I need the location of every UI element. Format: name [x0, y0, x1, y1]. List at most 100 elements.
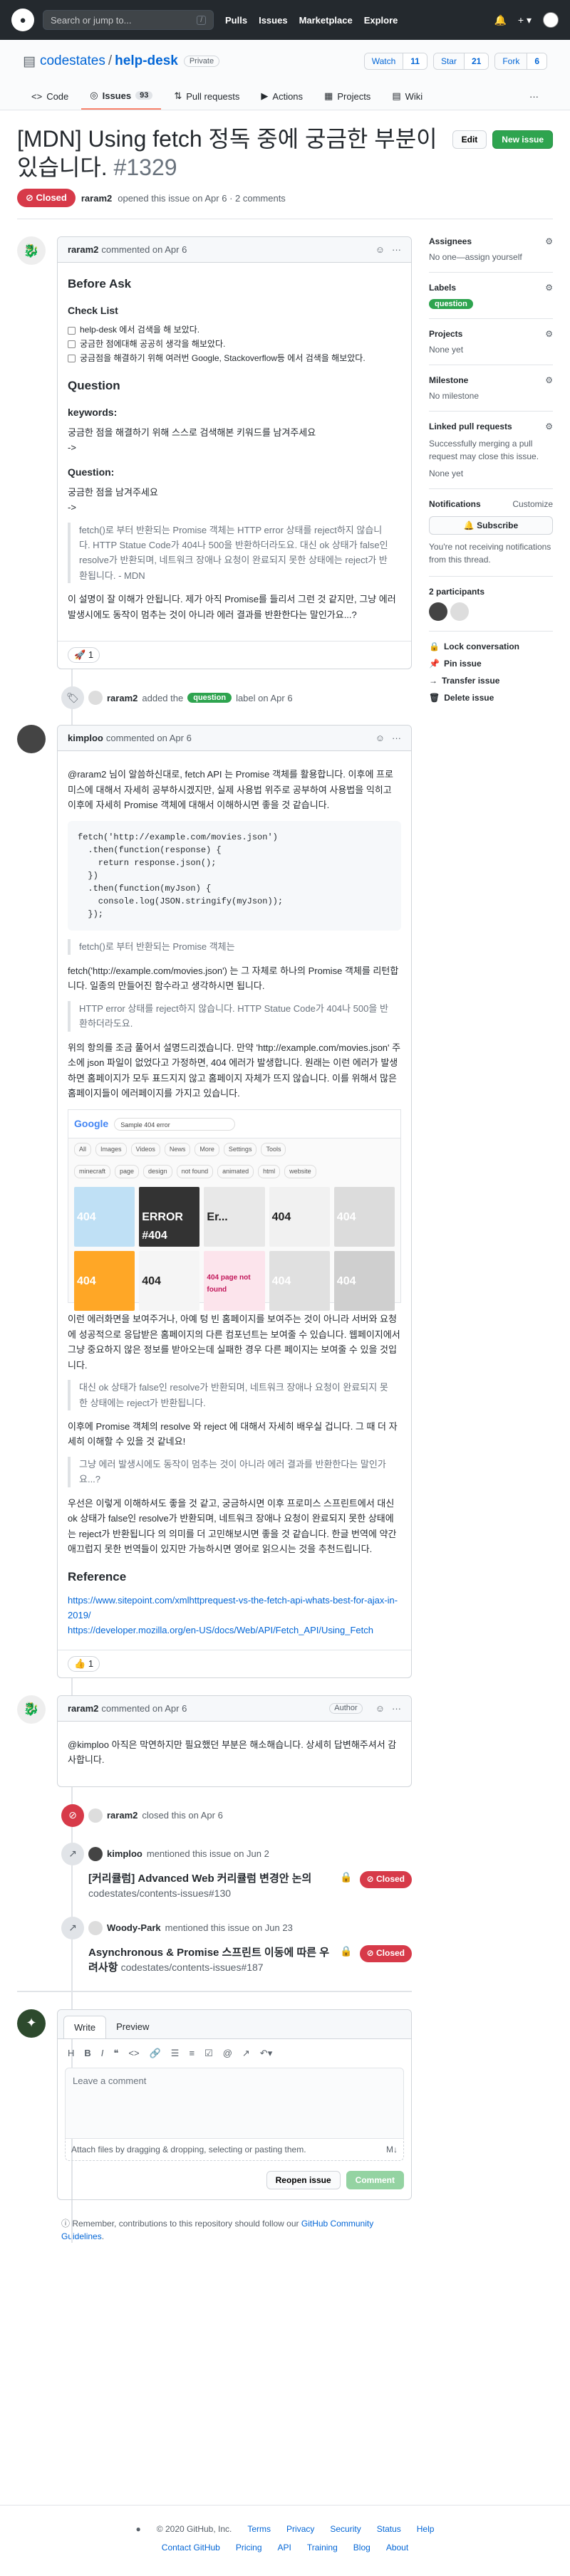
comment-time[interactable]: commented on Apr 6 [101, 1703, 187, 1714]
checkbox[interactable] [68, 326, 76, 335]
footer-link-pricing[interactable]: Pricing [236, 2543, 262, 2553]
nav-explore[interactable]: Explore [364, 15, 398, 26]
subscribe-button[interactable]: 🔔 Subscribe [429, 516, 553, 535]
footer-link-training[interactable]: Training [307, 2543, 338, 2553]
search-input[interactable]: Search or jump to... / [43, 10, 214, 30]
gear-icon[interactable]: ⚙ [545, 422, 553, 431]
repo-name-link[interactable]: help-desk [115, 53, 178, 69]
gear-icon[interactable]: ⚙ [545, 236, 553, 246]
gear-icon[interactable]: ⚙ [545, 375, 553, 385]
tab-preview[interactable]: Preview [106, 2016, 159, 2038]
footer-link-api[interactable]: API [278, 2543, 291, 2553]
footer-link-security[interactable]: Security [330, 2524, 361, 2534]
create-new-plus-icon[interactable]: + ▾ [518, 14, 532, 26]
reopen-issue-button[interactable]: Reopen issue [266, 2170, 341, 2189]
italic-icon[interactable]: I [101, 2048, 104, 2059]
label-question[interactable]: question [187, 693, 232, 703]
comment-author[interactable]: raram2 [68, 1703, 98, 1714]
footer-link-contact[interactable]: Contact GitHub [162, 2543, 220, 2553]
repo-owner-link[interactable]: codestates [40, 53, 105, 69]
reaction-rocket[interactable]: 🚀 1 [68, 647, 100, 664]
tab-actions[interactable]: ▶ Actions [252, 83, 311, 110]
assignees-header[interactable]: Assignees ⚙ [429, 236, 553, 246]
checkbox[interactable] [68, 355, 76, 363]
footer-link-terms[interactable]: Terms [247, 2524, 271, 2534]
assignees-value[interactable]: No one—assign yourself [429, 252, 522, 262]
smiley-icon[interactable]: ☺ [375, 1703, 385, 1714]
edit-button[interactable]: Edit [452, 130, 487, 149]
customize-link[interactable]: Customize [512, 499, 553, 509]
nav-pulls[interactable]: Pulls [225, 15, 247, 26]
notifications-bell-icon[interactable]: 🔔 [494, 14, 506, 26]
nav-marketplace[interactable]: Marketplace [299, 15, 353, 26]
lock-conversation-link[interactable]: 🔒 Lock conversation [429, 642, 553, 651]
code-icon[interactable]: <> [128, 2048, 139, 2059]
avatar[interactable] [88, 1846, 103, 1861]
watch-button[interactable]: Watch 11 [363, 53, 428, 70]
comment-time[interactable]: commented on Apr 6 [101, 244, 187, 255]
event-actor[interactable]: kimploo [107, 1848, 142, 1859]
issue-author-link[interactable]: raram2 [81, 193, 112, 204]
kebab-icon[interactable]: ··· [392, 244, 401, 255]
tab-issues[interactable]: ◎ Issues 93 [81, 83, 162, 110]
gear-icon[interactable]: ⚙ [545, 329, 553, 339]
quote-icon[interactable]: ❝ [113, 2048, 118, 2059]
footer-link-status[interactable]: Status [377, 2524, 401, 2534]
bold-icon[interactable]: B [84, 2048, 90, 2059]
delete-issue-link[interactable]: 🗑 Delete issue [429, 693, 553, 703]
star-button[interactable]: Star 21 [432, 53, 489, 70]
avatar[interactable]: ✦ [17, 2009, 46, 2038]
fork-button[interactable]: Fork 6 [494, 53, 547, 70]
comment-author[interactable]: raram2 [68, 244, 98, 255]
heading-icon[interactable]: H [68, 2048, 74, 2059]
reference-icon[interactable]: ↗ [242, 2048, 250, 2059]
mention-title[interactable]: Asynchronous & Promise 스프린트 이동에 따른 우려사항 … [88, 1945, 333, 1975]
avatar[interactable] [17, 725, 46, 754]
pin-issue-link[interactable]: 📌 Pin issue [429, 659, 553, 669]
linked-prs-header[interactable]: Linked pull requests ⚙ [429, 422, 553, 431]
tab-write[interactable]: Write [63, 2015, 107, 2038]
comment-button[interactable]: Comment [346, 2170, 404, 2189]
user-avatar[interactable] [543, 12, 559, 28]
event-actor[interactable]: raram2 [107, 1810, 138, 1821]
gear-icon[interactable]: ⚙ [545, 283, 553, 293]
projects-header[interactable]: Projects ⚙ [429, 329, 553, 339]
reply-icon[interactable]: ↶▾ [260, 2048, 272, 2059]
link-icon[interactable]: 🔗 [150, 2048, 161, 2059]
task-list-icon[interactable]: ☑ [204, 2048, 213, 2059]
nav-issues[interactable]: Issues [259, 15, 287, 26]
footer-link-help[interactable]: Help [417, 2524, 435, 2534]
comment-time[interactable]: commented on Apr 6 [106, 733, 192, 743]
participant-avatar[interactable] [429, 602, 447, 621]
tab-wiki[interactable]: ▤ Wiki [383, 83, 431, 110]
tab-projects[interactable]: ▦ Projects [316, 83, 379, 110]
github-logo-icon[interactable]: ● [11, 9, 34, 31]
unordered-list-icon[interactable]: ☰ [171, 2048, 180, 2059]
smiley-icon[interactable]: ☺ [375, 244, 385, 255]
ordered-list-icon[interactable]: ≡ [189, 2048, 195, 2059]
participant-avatar[interactable] [450, 602, 469, 621]
new-issue-button[interactable]: New issue [492, 130, 553, 149]
milestone-header[interactable]: Milestone ⚙ [429, 375, 553, 385]
comment-author[interactable]: kimploo [68, 733, 103, 743]
event-actor[interactable]: Woody-Park [107, 1922, 161, 1933]
label-question[interactable]: question [429, 299, 473, 309]
mention-icon[interactable]: @ [223, 2048, 232, 2059]
avatar[interactable]: 🐉 [17, 236, 46, 265]
comment-textarea[interactable]: Leave a comment [65, 2067, 404, 2139]
footer-link-blog[interactable]: Blog [353, 2543, 370, 2553]
labels-header[interactable]: Labels ⚙ [429, 283, 553, 293]
reference-link[interactable]: https://www.sitepoint.com/xmlhttprequest… [68, 1593, 401, 1623]
reaction-thumbs-up[interactable]: 👍 1 [68, 1655, 100, 1672]
avatar[interactable] [88, 1808, 103, 1823]
checkbox[interactable] [68, 340, 76, 349]
footer-link-about[interactable]: About [386, 2543, 408, 2553]
more-tabs-icon[interactable]: ··· [521, 83, 547, 110]
reference-link[interactable]: https://developer.mozilla.org/en-US/docs… [68, 1623, 401, 1638]
mention-title[interactable]: [커리큘럼] Advanced Web 커리큘럼 변경안 논의 codestate… [88, 1871, 333, 1901]
avatar[interactable] [88, 1920, 103, 1935]
footer-link-privacy[interactable]: Privacy [286, 2524, 314, 2534]
attach-files-area[interactable]: Attach files by dragging & dropping, sel… [65, 2138, 404, 2161]
kebab-icon[interactable]: ··· [392, 1703, 401, 1714]
avatar[interactable]: 🐉 [17, 1695, 46, 1724]
